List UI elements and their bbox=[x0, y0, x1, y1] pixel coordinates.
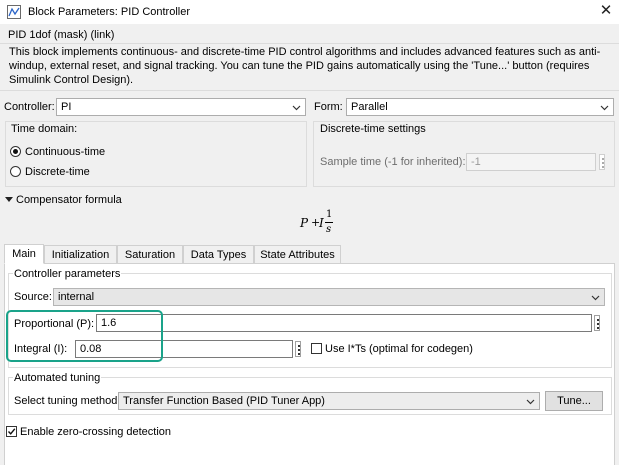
formula-fraction-bar bbox=[325, 222, 333, 223]
zero-crossing-checkbox[interactable] bbox=[6, 426, 17, 437]
time-domain-label: Time domain: bbox=[11, 123, 78, 135]
continuous-time-radio[interactable] bbox=[10, 146, 21, 157]
tab-state-attributes[interactable]: State Attributes bbox=[254, 245, 341, 264]
formula-p: P bbox=[300, 216, 309, 230]
source-select[interactable]: internal bbox=[53, 288, 605, 306]
compensator-formula-label: Compensator formula bbox=[16, 194, 122, 206]
tune-button[interactable]: Tune... bbox=[545, 391, 603, 411]
controller-value: PI bbox=[61, 101, 72, 113]
sample-time-label: Sample time (-1 for inherited): bbox=[320, 156, 466, 168]
source-label: Source: bbox=[14, 291, 52, 303]
controller-parameters-label: Controller parameters bbox=[13, 268, 122, 280]
block-parameters-icon bbox=[7, 5, 21, 19]
continuous-time-label: Continuous-time bbox=[25, 146, 106, 158]
window-title: Block Parameters: PID Controller bbox=[28, 6, 190, 18]
sample-time-menu-icon[interactable] bbox=[599, 154, 605, 170]
highlight-box bbox=[6, 310, 163, 362]
discrete-time-label: Discrete-time bbox=[25, 166, 90, 178]
chevron-down-icon bbox=[526, 399, 535, 405]
tuning-method-select[interactable]: Transfer Function Based (PID Tuner App) bbox=[118, 392, 540, 410]
formula-i: I bbox=[319, 216, 324, 230]
automated-tuning-label: Automated tuning bbox=[13, 372, 102, 384]
form-value: Parallel bbox=[351, 101, 388, 113]
tuning-method-value: Transfer Function Based (PID Tuner App) bbox=[123, 395, 325, 407]
tuning-method-label: Select tuning method: bbox=[14, 395, 121, 407]
discrete-time-radio[interactable] bbox=[10, 166, 21, 177]
tab-initialization[interactable]: Initialization bbox=[44, 245, 117, 264]
mask-description: This block implements continuous- and di… bbox=[9, 46, 601, 86]
chevron-down-icon bbox=[600, 105, 609, 111]
collapse-triangle-icon[interactable] bbox=[5, 196, 13, 204]
chevron-down-icon bbox=[292, 105, 301, 111]
form-label: Form: bbox=[314, 101, 343, 113]
mask-title: PID 1dof (mask) (link) bbox=[8, 29, 115, 41]
mask-header-divider bbox=[0, 90, 619, 91]
zero-crossing-label: Enable zero-crossing detection bbox=[20, 426, 172, 438]
tab-main[interactable]: Main bbox=[4, 244, 44, 264]
form-select[interactable]: Parallel bbox=[346, 98, 614, 116]
sample-time-value: -1 bbox=[471, 156, 481, 168]
tab-data-types[interactable]: Data Types bbox=[183, 245, 254, 264]
mask-title-divider bbox=[0, 43, 619, 44]
discrete-time-settings-label: Discrete-time settings bbox=[320, 123, 426, 135]
formula-denominator: s bbox=[326, 224, 332, 235]
checkmark-icon bbox=[7, 428, 16, 435]
source-value: internal bbox=[58, 291, 95, 303]
controller-select[interactable]: PI bbox=[56, 98, 306, 116]
use-its-label: Use I*Ts (optimal for codegen) bbox=[325, 343, 473, 355]
proportional-menu-icon[interactable] bbox=[594, 315, 600, 331]
formula-numerator: 1 bbox=[326, 209, 333, 220]
close-icon[interactable]: ✕ bbox=[598, 3, 614, 19]
proportional-input[interactable]: 1.6 bbox=[96, 314, 592, 332]
controller-label: Controller: bbox=[4, 101, 55, 113]
sample-time-input[interactable]: -1 bbox=[466, 153, 596, 171]
integral-menu-icon[interactable] bbox=[295, 341, 301, 357]
use-its-checkbox[interactable] bbox=[311, 343, 322, 354]
tab-saturation[interactable]: Saturation bbox=[117, 245, 183, 264]
chevron-down-icon bbox=[591, 295, 600, 301]
